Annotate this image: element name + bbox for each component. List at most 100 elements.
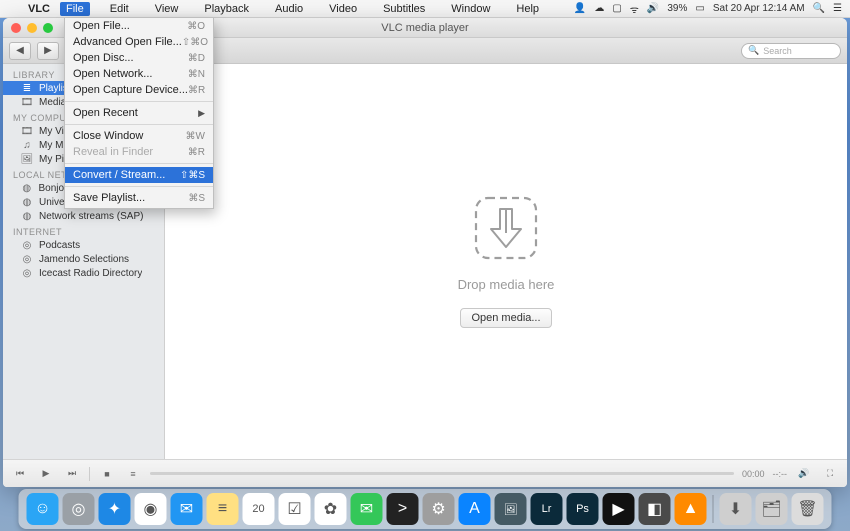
- menu-item[interactable]: Save Playlist... ⌘S: [65, 190, 213, 206]
- dock-calendar[interactable]: 20: [243, 493, 275, 525]
- dock-photoshop[interactable]: Ps: [567, 493, 599, 525]
- menu-file[interactable]: File: [60, 2, 90, 16]
- dock: ☺◎✦◉✉≡20☑✿✉>⚙A🖼LrPs▶◧▲⬇🗂🗑: [19, 489, 832, 529]
- open-media-button[interactable]: Open media...: [460, 308, 551, 328]
- sidebar-header: INTERNET: [3, 223, 164, 238]
- menu-playback[interactable]: Playback: [198, 2, 255, 16]
- clock: Sat 20 Apr 12:14 AM: [713, 3, 805, 14]
- dock-downloads[interactable]: ⬇: [720, 493, 752, 525]
- next-button[interactable]: ⏭: [63, 466, 81, 482]
- minimize-button[interactable]: [27, 23, 37, 33]
- volume-button[interactable]: 🔊: [795, 466, 813, 482]
- menu-item[interactable]: Advanced Open File...⇧⌘O: [65, 34, 213, 50]
- menu-item[interactable]: Open Network... ⌘N: [65, 66, 213, 82]
- spotlight-icon[interactable]: 🔍: [813, 3, 825, 14]
- app-name[interactable]: VLC: [28, 3, 50, 15]
- time-remaining: --:--: [773, 469, 788, 479]
- dock-trash[interactable]: 🗑: [792, 493, 824, 525]
- dock-mail[interactable]: ✉: [171, 493, 203, 525]
- close-button[interactable]: [11, 23, 21, 33]
- dock-launchpad[interactable]: ◎: [63, 493, 95, 525]
- menu-item[interactable]: Open Recent ▶: [65, 105, 213, 121]
- rss-icon: ◎: [21, 253, 33, 265]
- user-icon[interactable]: 👤: [574, 3, 586, 14]
- sidebar-item-label: Icecast Radio Directory: [39, 268, 142, 279]
- dropzone-icon: [473, 195, 539, 261]
- dock-preview[interactable]: 🖼: [495, 493, 527, 525]
- notifications-icon[interactable]: ☰: [833, 3, 842, 14]
- back-button[interactable]: ◀: [9, 42, 31, 60]
- dock-safari[interactable]: ✦: [99, 493, 131, 525]
- menu-edit[interactable]: Edit: [104, 2, 135, 16]
- playlist-main: Drop media here Open media...: [165, 64, 847, 459]
- menu-shortcut: ⌘O: [187, 21, 205, 32]
- file-menu-dropdown: Open File...⌘OAdvanced Open File...⇧⌘OOp…: [64, 18, 214, 209]
- cloud-icon[interactable]: ☁: [594, 3, 604, 14]
- sidebar-item[interactable]: ◎ Icecast Radio Directory: [3, 266, 164, 280]
- menu-video[interactable]: Video: [323, 2, 363, 16]
- menu-item-label: Open Recent: [73, 107, 138, 119]
- prev-button[interactable]: ⏮: [11, 466, 29, 482]
- menu-item-label: Open Capture Device...: [73, 84, 188, 96]
- dock-sublime[interactable]: ◧: [639, 493, 671, 525]
- dock-appstore[interactable]: A: [459, 493, 491, 525]
- menu-item[interactable]: Open Disc...⌘D: [65, 50, 213, 66]
- rss-icon: ◎: [21, 267, 33, 279]
- menu-shortcut: ⌘R: [188, 147, 205, 158]
- sidebar-item-label: Podcasts: [39, 240, 80, 251]
- dock-lightroom[interactable]: Lr: [531, 493, 563, 525]
- sidebar-item[interactable]: ◎Podcasts: [3, 238, 164, 252]
- wifi-icon[interactable]: ᯤ: [630, 2, 639, 16]
- menu-audio[interactable]: Audio: [269, 2, 309, 16]
- dock-messages[interactable]: ✉: [351, 493, 383, 525]
- menu-shortcut: ⌘S: [188, 193, 205, 204]
- dock-photos[interactable]: ✿: [315, 493, 347, 525]
- menu-item[interactable]: Convert / Stream...⇧⌘S: [65, 167, 213, 183]
- menu-item[interactable]: Open File...⌘O: [65, 18, 213, 34]
- dock-settings[interactable]: ⚙: [423, 493, 455, 525]
- film-icon: 🎞: [21, 125, 33, 137]
- dock-finder[interactable]: ☺: [27, 493, 59, 525]
- dock-chrome[interactable]: ◉: [135, 493, 167, 525]
- zoom-button[interactable]: [43, 23, 53, 33]
- search-input[interactable]: 🔍 Search: [741, 43, 841, 59]
- fullscreen-button[interactable]: ⛶: [821, 466, 839, 482]
- seek-slider[interactable]: [150, 472, 734, 475]
- battery-icon[interactable]: ▭: [695, 3, 704, 14]
- dock-reminders[interactable]: ☑: [279, 493, 311, 525]
- airplay-icon[interactable]: ▢: [612, 3, 621, 14]
- dock-vlc[interactable]: ▲: [675, 493, 707, 525]
- status-tray: 👤 ☁ ▢ ᯤ 🔊 39% ▭ Sat 20 Apr 12:14 AM 🔍 ☰: [574, 2, 842, 16]
- list-icon: ≣: [21, 82, 33, 94]
- menu-item[interactable]: Open Capture Device...⌘R: [65, 82, 213, 98]
- dock-notes[interactable]: ≡: [207, 493, 239, 525]
- time-elapsed: 00:00: [742, 469, 765, 479]
- playlist-button[interactable]: ≡: [124, 466, 142, 482]
- sidebar-item[interactable]: ◎Jamendo Selections: [3, 252, 164, 266]
- menu-subtitles[interactable]: Subtitles: [377, 2, 431, 16]
- menu-item: Reveal in Finder⌘R: [65, 144, 213, 160]
- dock-docs[interactable]: 🗂: [756, 493, 788, 525]
- menu-view[interactable]: View: [149, 2, 185, 16]
- dock-terminal[interactable]: >: [387, 493, 419, 525]
- sidebar-item-label: Network streams (SAP): [39, 211, 143, 222]
- playback-controls: ⏮ ▶ ⏭ ■ ≡ 00:00 --:-- 🔊 ⛶: [3, 459, 847, 487]
- menu-help[interactable]: Help: [510, 2, 545, 16]
- menu-item-label: Open Network...: [73, 68, 152, 80]
- dock-player[interactable]: ▶: [603, 493, 635, 525]
- volume-icon[interactable]: 🔊: [647, 3, 659, 14]
- menu-item-label: Convert / Stream...: [73, 169, 165, 181]
- menu-window[interactable]: Window: [445, 2, 496, 16]
- menu-shortcut: ⌘N: [188, 69, 205, 80]
- menu-item-label: Save Playlist...: [73, 192, 145, 204]
- submenu-arrow-icon: ▶: [198, 108, 205, 119]
- globe-icon: ◍: [21, 210, 33, 222]
- forward-button[interactable]: ▶: [37, 42, 59, 60]
- search-placeholder: Search: [763, 46, 792, 56]
- stop-button[interactable]: ■: [98, 466, 116, 482]
- menu-item[interactable]: Close Window⌘W: [65, 128, 213, 144]
- play-button[interactable]: ▶: [37, 466, 55, 482]
- drop-text: Drop media here: [458, 277, 555, 292]
- sidebar-item[interactable]: ◍ Network streams (SAP): [3, 209, 164, 223]
- menu-item-label: Advanced Open File...: [73, 36, 182, 48]
